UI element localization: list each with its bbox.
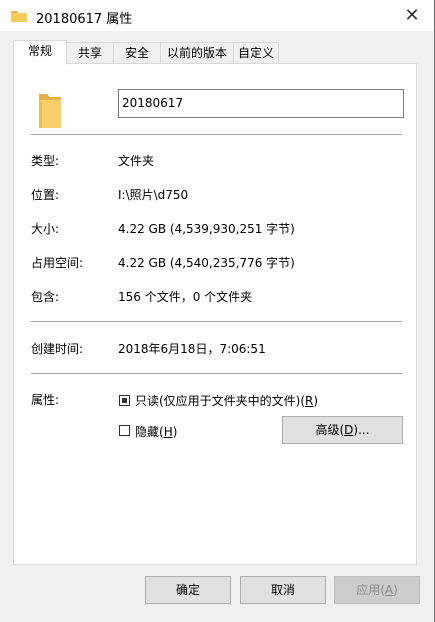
type-value: 文件夹 [118,154,155,168]
hidden-text-end: ) [172,425,178,439]
tab-security[interactable]: 安全 [113,42,161,63]
location-value: I:\照片\d750 [118,188,189,202]
tab-general[interactable]: 常规 [13,40,67,65]
hidden-text: 隐藏( [135,425,164,439]
advanced-text-end: )... [353,423,370,437]
contains-label: 包含: [31,290,60,304]
created-label: 创建时间: [31,342,84,356]
folder-icon [39,94,61,128]
contains-value: 156 个文件，0 个文件夹 [118,290,253,304]
tab-previous-versions[interactable]: 以前的版本 [160,42,234,63]
readonly-checkbox[interactable] [119,395,130,406]
folder-name-input[interactable]: 20180617 [118,89,404,118]
attributes-label: 属性: [31,393,60,407]
divider [31,321,402,322]
advanced-button[interactable]: 高级(D)... [282,416,403,444]
apply-button[interactable]: 应用(A) [334,576,420,604]
size-on-disk-label: 占用空间: [31,256,84,270]
apply-text: 应用( [356,583,385,597]
advanced-text: 高级( [315,423,345,437]
cancel-button[interactable]: 取消 [240,576,326,604]
type-label: 类型: [31,154,60,168]
readonly-label[interactable]: 只读(仅应用于文件夹中的文件)(R) [135,392,318,409]
tab-customize[interactable]: 自定义 [233,42,279,63]
apply-accesskey: A [384,583,394,597]
hidden-label[interactable]: 隐藏(H) [135,423,177,440]
location-label: 位置: [31,188,60,202]
window-title: 20180617 属性 [36,12,133,27]
readonly-text: 只读(仅应用于文件夹中的文件)( [135,394,306,408]
hidden-accesskey: H [163,425,173,439]
title-bar: 20180617 属性 ✕ [0,0,434,31]
divider [31,373,402,374]
divider [31,134,402,135]
close-icon[interactable]: ✕ [398,4,426,28]
tab-sharing[interactable]: 共享 [66,42,114,63]
general-panel: 20180617 类型: 文件夹 位置: I:\照片\d750 大小: 4.22… [13,63,417,565]
properties-dialog: 20180617 属性 ✕ 常规 共享 安全 以前的版本 自定义 2018061… [0,0,435,622]
size-label: 大小: [31,222,60,236]
size-value: 4.22 GB (4,539,930,251 字节) [118,222,295,236]
ok-button[interactable]: 确定 [145,576,231,604]
readonly-text-end: ) [313,394,319,408]
created-value: 2018年6月18日，7:06:51 [118,342,266,356]
apply-text-end: ) [393,583,398,597]
size-on-disk-value: 4.22 GB (4,540,235,776 字节) [118,256,295,270]
folder-icon [11,11,27,22]
hidden-checkbox[interactable] [119,425,130,436]
